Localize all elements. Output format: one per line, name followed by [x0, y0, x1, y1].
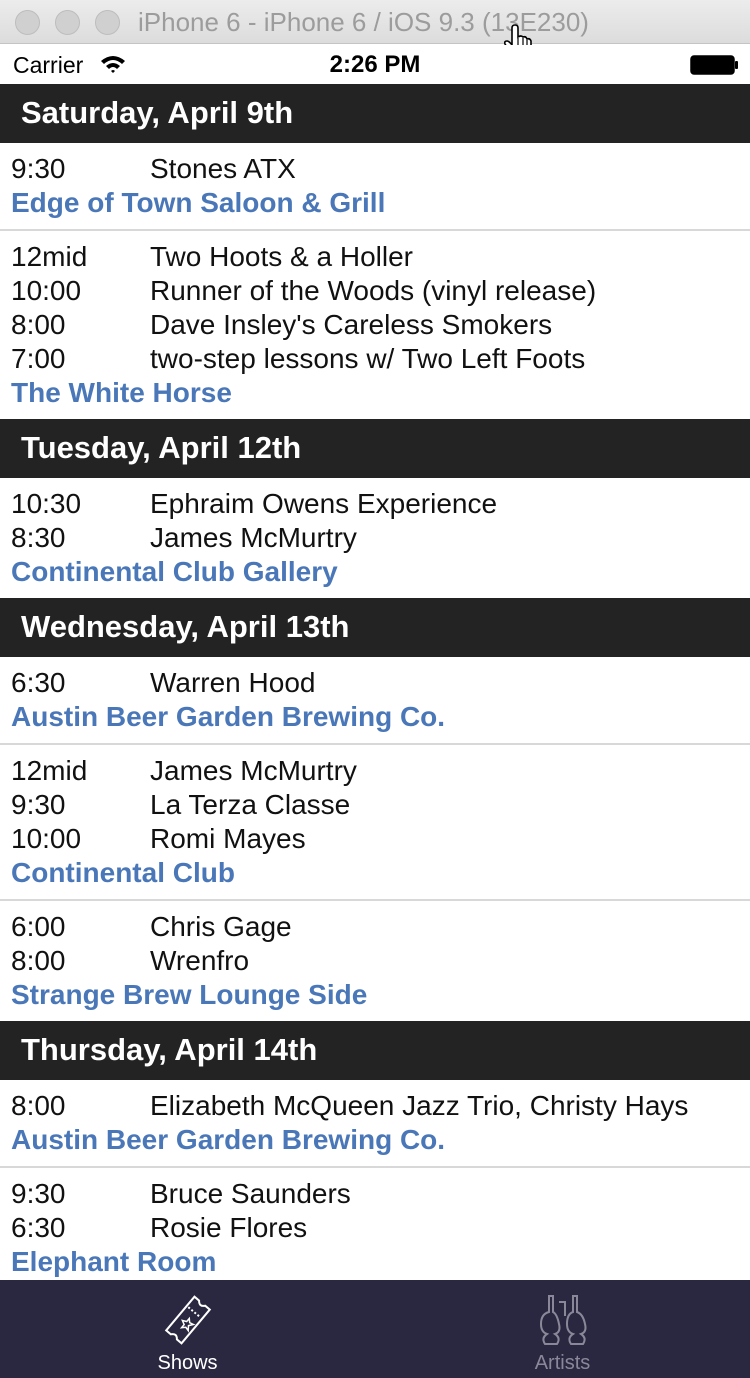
- show-time: 9:30: [11, 1178, 66, 1209]
- venue-block[interactable]: 6:00 Chris Gage 8:00 Wrenfro Strange Brew Lo…: [0, 901, 750, 1021]
- venue-link[interactable]: Edge of Town Saloon & Grill: [11, 186, 750, 220]
- show-time: 10:00: [11, 275, 82, 306]
- shows-list[interactable]: Saturday, April 9th 9:30 Stones ATX Edge of…: [0, 84, 750, 1280]
- show-artist: Rosie Flores: [150, 1212, 308, 1243]
- show-time: 12mid: [11, 241, 88, 272]
- ticket-icon: [164, 1295, 212, 1345]
- day-header: Wednesday, April 13th: [0, 598, 750, 657]
- show-row[interactable]: 9:30 Stones ATX: [11, 152, 750, 186]
- show-time: 8:00: [11, 309, 66, 340]
- show-row[interactable]: 10:00 Runner of the Woods (vinyl release): [11, 274, 750, 308]
- status-time: 2:26 PM: [329, 51, 421, 78]
- show-artist: Wrenfro: [150, 945, 250, 976]
- show-artist: Runner of the Woods (vinyl release): [150, 275, 597, 306]
- venue-block[interactable]: 8:00 Elizabeth McQueen Jazz Trio, Christy…: [0, 1080, 750, 1168]
- show-time: 10:00: [11, 823, 82, 854]
- show-artist: Elizabeth McQueen Jazz Trio, Christy Hay…: [150, 1090, 689, 1121]
- show-artist: Ephraim Owens Experience: [150, 488, 498, 519]
- tab-label-shows: Shows: [157, 1352, 218, 1374]
- close-window-button[interactable]: [15, 10, 40, 35]
- venue-link[interactable]: The White Horse: [11, 376, 750, 410]
- show-row[interactable]: 8:00 Dave Insley's Careless Smokers: [11, 308, 750, 342]
- show-row[interactable]: 12mid James McMurtry: [11, 754, 750, 788]
- show-row[interactable]: 9:30 Bruce Saunders: [11, 1177, 750, 1211]
- show-time: 9:30: [11, 153, 66, 184]
- show-time: 8:00: [11, 945, 66, 976]
- show-artist: Romi Mayes: [150, 823, 306, 854]
- show-row[interactable]: 6:00 Chris Gage: [11, 910, 750, 944]
- simulator-title-bar: iPhone 6 - iPhone 6 / iOS 9.3 (13E230): [0, 0, 750, 59]
- show-row[interactable]: 8:30 James McMurtry: [11, 521, 750, 555]
- tab-artists[interactable]: Artists: [375, 1280, 750, 1378]
- show-time: 8:30: [11, 522, 66, 553]
- day-header: Tuesday, April 12th: [0, 419, 750, 478]
- show-time: 6:30: [11, 667, 66, 698]
- show-row[interactable]: 7:00 two-step lessons w/ Two Left Foots: [11, 342, 750, 376]
- venue-block[interactable]: 12mid James McMurtry 9:30 La Terza Classe 10…: [0, 745, 750, 901]
- show-row[interactable]: 10:30 Ephraim Owens Experience: [11, 487, 750, 521]
- show-artist: James McMurtry: [150, 755, 357, 786]
- show-artist: James McMurtry: [150, 522, 357, 553]
- show-time: 7:00: [11, 343, 66, 374]
- venue-block[interactable]: 10:30 Ephraim Owens Experience 8:30 James M…: [0, 478, 750, 598]
- tab-bar: Shows Artists: [0, 1280, 750, 1378]
- show-row[interactable]: 6:30 Rosie Flores: [11, 1211, 750, 1245]
- show-artist: two-step lessons w/ Two Left Foots: [150, 343, 586, 374]
- show-row[interactable]: 8:00 Elizabeth McQueen Jazz Trio, Christy…: [11, 1089, 750, 1123]
- tab-label-artists: Artists: [534, 1352, 591, 1374]
- minimize-window-button[interactable]: [55, 10, 80, 35]
- venue-block[interactable]: 9:30 Stones ATX Edge of Town Saloon & Gril…: [0, 143, 750, 231]
- show-artist: Chris Gage: [150, 911, 292, 942]
- show-row[interactable]: 12mid Two Hoots & a Holler: [11, 240, 750, 274]
- show-time: 6:30: [11, 1212, 66, 1243]
- tab-shows[interactable]: Shows: [0, 1280, 375, 1378]
- show-artist: Two Hoots & a Holler: [150, 241, 413, 272]
- venue-link[interactable]: Continental Club Gallery: [11, 555, 750, 589]
- day-header: Thursday, April 14th: [0, 1021, 750, 1080]
- battery-icon: [690, 55, 738, 75]
- show-artist: Dave Insley's Careless Smokers: [150, 309, 553, 340]
- show-artist: La Terza Classe: [150, 789, 351, 820]
- venue-block[interactable]: 12mid Two Hoots & a Holler 10:00 Runner of …: [0, 231, 750, 419]
- show-time: 6:00: [11, 911, 66, 942]
- guitars-icon: [539, 1295, 587, 1345]
- show-artist: Bruce Saunders: [150, 1178, 351, 1209]
- venue-link[interactable]: Austin Beer Garden Brewing Co.: [11, 1123, 750, 1157]
- show-row[interactable]: 8:00 Wrenfro: [11, 944, 750, 978]
- show-row[interactable]: 6:30 Warren Hood: [11, 666, 750, 700]
- show-row[interactable]: 10:00 Romi Mayes: [11, 822, 750, 856]
- show-artist: Warren Hood: [150, 667, 316, 698]
- venue-link[interactable]: Strange Brew Lounge Side: [11, 978, 750, 1012]
- venue-block[interactable]: 6:30 Warren Hood Austin Beer Garden Brewin…: [0, 657, 750, 745]
- show-time: 9:30: [11, 789, 66, 820]
- show-row[interactable]: 9:30 La Terza Classe: [11, 788, 750, 822]
- zoom-window-button[interactable]: [95, 10, 120, 35]
- show-time: 12mid: [11, 755, 88, 786]
- status-bar: Carrier 2:26 PM: [0, 45, 750, 84]
- show-artist: Stones ATX: [150, 153, 296, 184]
- venue-link[interactable]: Austin Beer Garden Brewing Co.: [11, 700, 750, 734]
- show-time: 10:30: [11, 488, 82, 519]
- day-header: Saturday, April 9th: [0, 84, 750, 143]
- venue-block[interactable]: 9:30 Bruce Saunders 6:30 Rosie Flores Elepha…: [0, 1168, 750, 1280]
- venue-link[interactable]: Elephant Room: [11, 1245, 750, 1279]
- show-time: 8:00: [11, 1090, 66, 1121]
- venue-link[interactable]: Continental Club: [11, 856, 750, 890]
